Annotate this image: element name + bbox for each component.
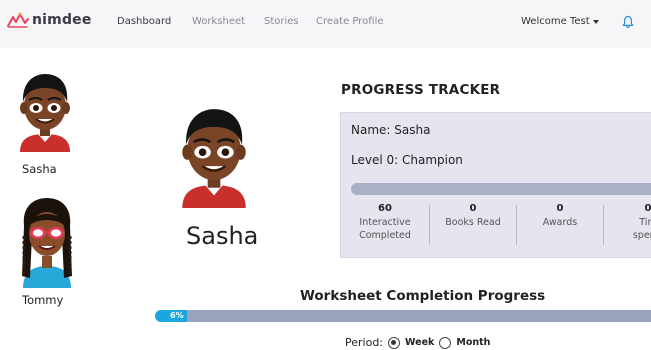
tracker-card: Name: Sasha Level 0: Champion 60 Interac… <box>340 112 651 258</box>
period-month-label[interactable]: Month <box>456 337 490 348</box>
worksheet-progress-label: 6% <box>170 311 184 320</box>
bell-icon[interactable] <box>622 15 634 29</box>
tracker-title: PROGRESS TRACKER <box>341 82 501 98</box>
brand-logo[interactable]: nimdee <box>7 11 92 29</box>
sidebar-name-sasha[interactable]: Sasha <box>22 162 57 176</box>
nav-stories[interactable]: Stories <box>264 16 299 27</box>
stat-time-spent: 0 Tim spent( <box>604 203 651 247</box>
stat-books-read: 0 Books Read <box>430 203 516 247</box>
tracker-level-line: Level 0: Champion <box>351 153 463 167</box>
period-selector: Period: Week Month <box>345 336 490 349</box>
nav-worksheet[interactable]: Worksheet <box>192 16 245 27</box>
brand-name: nimdee <box>32 12 92 28</box>
nav-dashboard[interactable]: Dashboard <box>117 16 171 27</box>
caret-down-icon <box>592 20 599 24</box>
sidebar-name-tommy[interactable]: Tommy <box>22 293 63 307</box>
tracker-level-bar <box>351 183 651 195</box>
stat-interactive-label: Interactive <box>359 217 411 228</box>
user-menu-toggle[interactable]: Welcome Test <box>521 16 599 27</box>
stat-awards-label: Awards <box>542 217 578 228</box>
stat-books-label: Books Read <box>445 217 501 228</box>
stat-interactive-value: 60 <box>378 203 392 214</box>
worksheet-progress-bar: 6% <box>155 310 651 322</box>
avatar-sasha-small[interactable] <box>14 70 76 152</box>
stat-books-value: 0 <box>469 203 477 214</box>
stat-time-value: 0 <box>644 203 651 214</box>
tracker-name-line: Name: Sasha <box>351 123 431 137</box>
period-label: Period: <box>345 336 384 349</box>
period-week-label[interactable]: Week <box>405 337 434 348</box>
stat-time-label-2: spent( <box>632 230 651 241</box>
welcome-text: Welcome Test <box>521 16 590 27</box>
period-month-radio[interactable] <box>439 336 452 349</box>
avatar-sasha-large <box>182 109 246 208</box>
logo-mark-icon <box>7 12 29 28</box>
worksheet-progress-title: Worksheet Completion Progress <box>300 288 546 304</box>
profile-name: Sasha <box>186 222 259 250</box>
stat-interactive: 60 Interactive Completed <box>341 203 429 247</box>
avatar-tommy-small[interactable] <box>18 196 76 288</box>
tracker-stats: 60 Interactive Completed 0 Books Read 0 … <box>341 203 651 251</box>
top-navbar: nimdee Dashboard Worksheet Stories Creat… <box>0 0 651 48</box>
stat-awards-value: 0 <box>556 203 564 214</box>
stat-time-label: Tim <box>639 217 651 228</box>
stat-awards: 0 Awards <box>517 203 603 247</box>
stat-interactive-label-2: Completed <box>359 230 411 241</box>
period-week-radio[interactable] <box>388 336 401 349</box>
nav-create-profile[interactable]: Create Profile <box>316 16 384 27</box>
